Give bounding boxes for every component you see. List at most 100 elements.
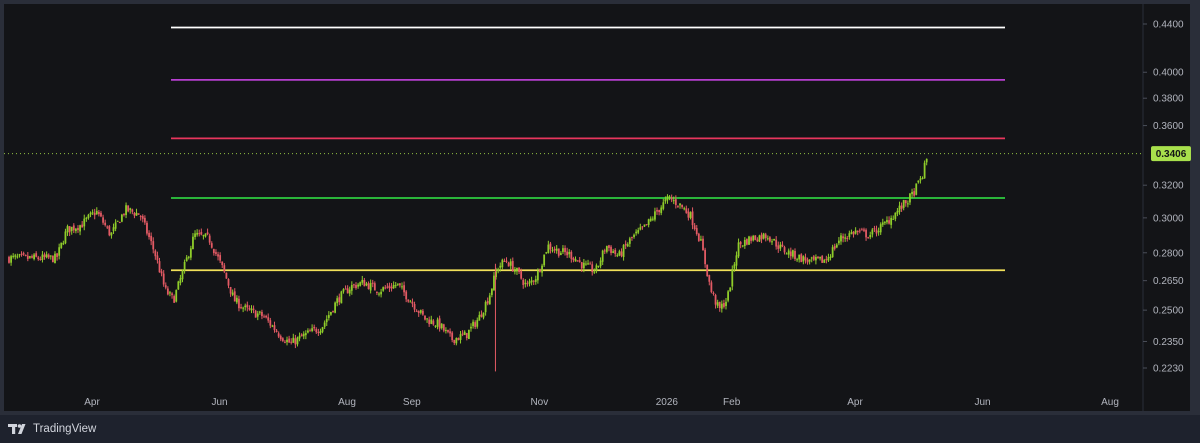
candle-body	[137, 213, 140, 215]
candle-body	[909, 193, 911, 203]
candle-body	[756, 239, 759, 242]
candle-body	[261, 311, 263, 317]
candle-body	[409, 301, 412, 303]
candle-body	[796, 259, 798, 261]
candle-body	[664, 199, 667, 202]
candle-body	[869, 235, 872, 238]
candle-body	[31, 256, 33, 258]
candle-body	[718, 301, 721, 309]
candle-body	[187, 256, 190, 258]
candle-body	[275, 330, 278, 332]
candle-body	[323, 322, 326, 327]
time-axis-tick-label: Jun	[211, 397, 227, 408]
footer-bar: TradingView	[0, 414, 1200, 443]
candle-body	[643, 224, 646, 227]
candle-body	[430, 319, 433, 324]
candle-body	[235, 297, 238, 303]
candle-body	[906, 203, 909, 205]
candle-body	[589, 263, 592, 265]
candle-body	[785, 253, 788, 255]
candle-body	[417, 311, 420, 313]
candle-body	[392, 284, 395, 289]
candle-body	[91, 212, 94, 214]
candle-body	[340, 291, 343, 304]
candle-body	[731, 268, 734, 287]
candle-body	[614, 249, 617, 254]
time-axis-tick-label: Aug	[1101, 397, 1119, 408]
candle-body	[547, 244, 550, 253]
candle-body	[146, 222, 148, 234]
candle-body	[557, 248, 560, 256]
time-axis-tick-label: Apr	[84, 397, 100, 408]
candle-body	[773, 238, 775, 241]
candle-body	[599, 260, 602, 267]
candle-body	[127, 205, 130, 212]
candle-body	[281, 338, 284, 341]
candle-body	[68, 226, 71, 233]
last-price-label: 0.3406	[1156, 149, 1187, 160]
candle-body	[321, 327, 324, 332]
candle-body	[20, 253, 23, 255]
candle-body	[848, 233, 851, 238]
candle-body	[254, 310, 257, 318]
candle-body	[817, 256, 819, 259]
candle-body	[549, 243, 552, 250]
candle-body	[608, 245, 610, 248]
candle-body	[51, 255, 54, 263]
candle-body	[396, 283, 399, 285]
candle-body	[424, 315, 426, 320]
candle-body	[390, 286, 393, 289]
candle-body	[762, 233, 765, 239]
candle-body	[29, 256, 31, 258]
candle-body	[210, 243, 213, 248]
candle-body	[198, 233, 201, 235]
candle-body	[350, 285, 353, 291]
candle-body	[189, 248, 192, 258]
candle-body	[426, 318, 428, 320]
price-chart[interactable]: 0.4400 0.4000 0.3800 0.3600 0.3200 0.3000 0.28…	[0, 0, 1200, 442]
candle-body	[710, 282, 713, 293]
candle-body	[405, 291, 408, 300]
candle-body	[298, 335, 301, 339]
candle-body	[844, 237, 847, 239]
candle-body	[376, 291, 378, 293]
candle-body	[670, 197, 673, 200]
time-axis-tick-label: Apr	[847, 397, 863, 408]
candle-body	[150, 235, 153, 242]
candle-body	[104, 222, 107, 226]
candle-body	[413, 304, 416, 310]
candle-body	[735, 255, 738, 266]
candle-body	[227, 279, 230, 286]
candle-body	[760, 234, 763, 240]
candle-body	[244, 305, 247, 308]
candle-body	[87, 214, 90, 219]
tradingview-logo-icon	[8, 423, 28, 435]
candle-body	[677, 205, 679, 207]
candle-body	[89, 212, 92, 215]
candle-body	[290, 341, 293, 343]
candle-body	[919, 178, 922, 181]
candle-body	[64, 231, 67, 244]
candle-body	[114, 222, 117, 229]
candle-body	[432, 320, 435, 325]
candle-body	[572, 258, 575, 261]
candle-body	[553, 248, 556, 251]
candle-body	[158, 261, 161, 273]
candle-body	[8, 256, 10, 263]
price-axis-tick-label: 0.4400	[1153, 20, 1184, 31]
candle-body	[279, 336, 282, 340]
plot-background	[4, 4, 1190, 411]
candle-body	[434, 325, 437, 327]
candle-body	[442, 324, 445, 331]
candle-body	[501, 259, 504, 268]
candle-body	[465, 333, 468, 339]
tradingview-logo[interactable]: TradingView	[8, 421, 96, 437]
candle-body	[867, 237, 870, 239]
candle-body	[319, 331, 322, 334]
candle-body	[856, 230, 859, 232]
candle-body	[246, 304, 249, 308]
candle-body	[382, 287, 385, 291]
candle-body	[522, 279, 525, 285]
candle-body	[83, 218, 86, 227]
candle-body	[37, 257, 40, 260]
